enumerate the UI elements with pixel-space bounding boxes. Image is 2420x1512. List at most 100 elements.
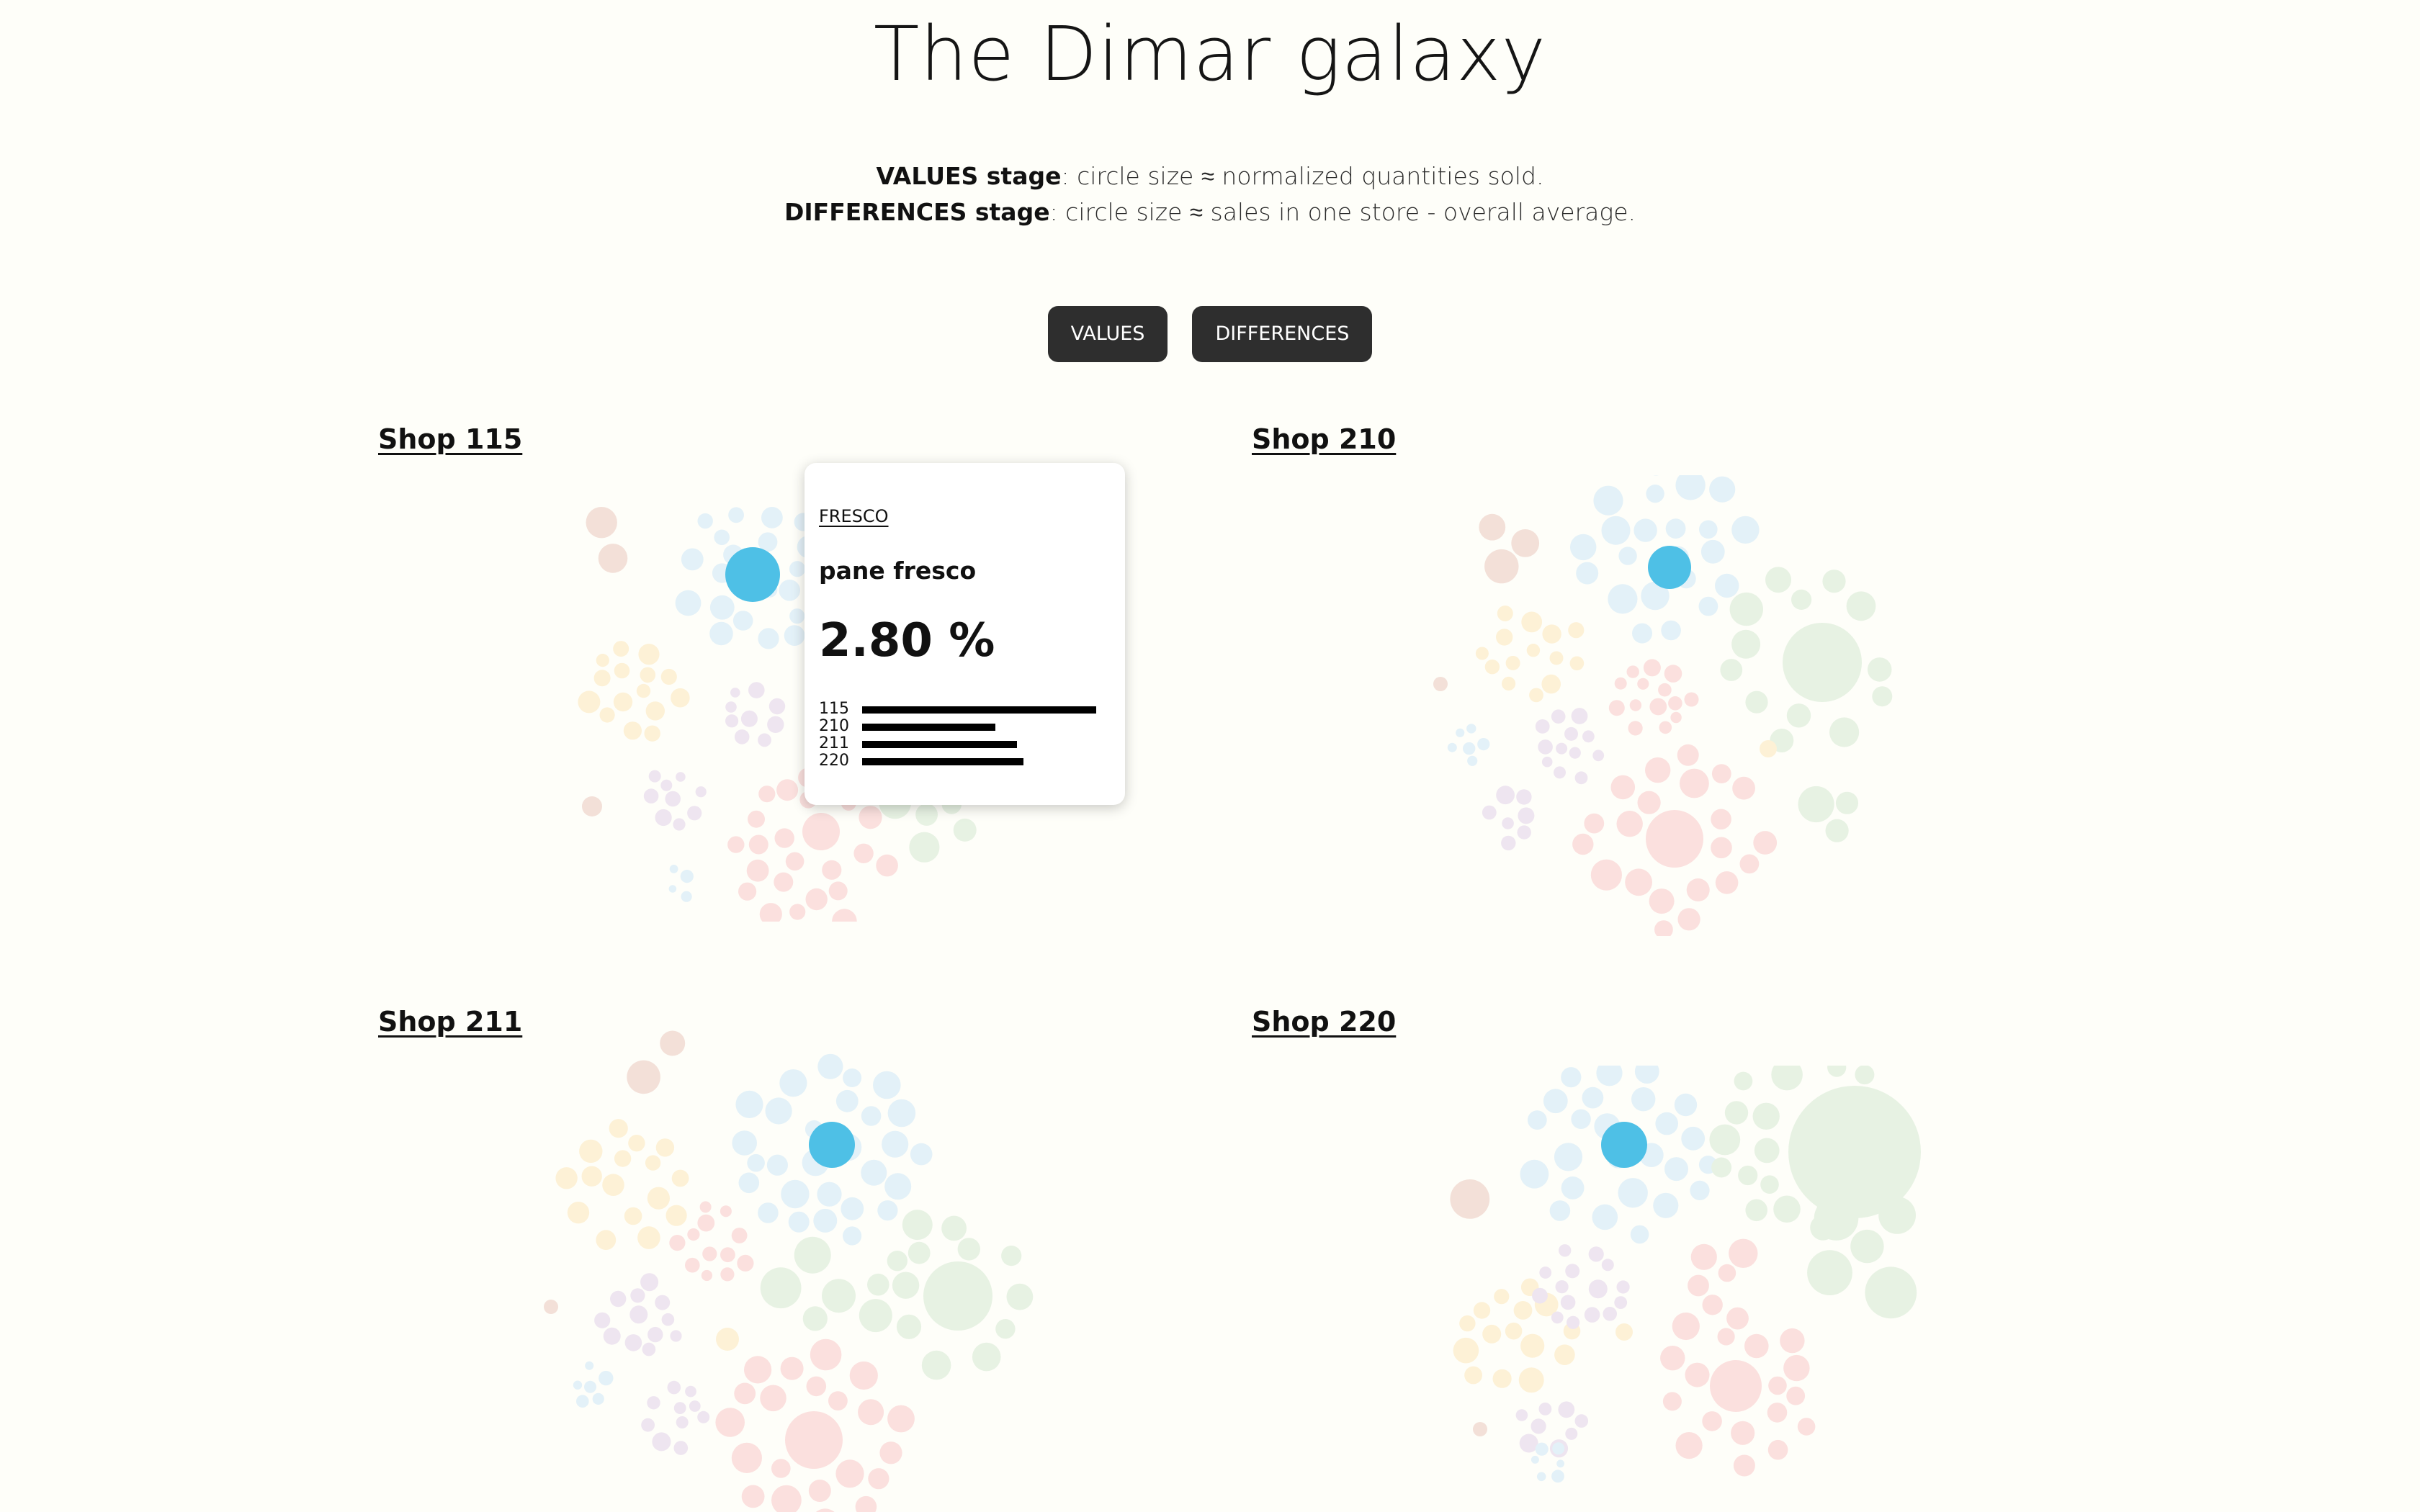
product-bubble[interactable] — [655, 809, 672, 827]
product-bubble[interactable] — [1526, 644, 1541, 657]
product-bubble[interactable] — [1496, 629, 1513, 646]
product-bubble[interactable] — [779, 580, 800, 601]
product-bubble[interactable] — [1484, 549, 1519, 584]
product-bubble[interactable] — [748, 682, 765, 698]
product-bubble[interactable] — [1565, 1264, 1580, 1279]
product-bubble[interactable] — [555, 1167, 578, 1189]
product-bubble[interactable] — [957, 1238, 980, 1261]
product-bubble[interactable] — [1698, 596, 1718, 616]
product-bubble[interactable] — [835, 1089, 859, 1112]
product-bubble[interactable] — [1614, 677, 1627, 690]
product-bubble[interactable] — [613, 692, 633, 712]
product-bubble[interactable] — [699, 1201, 712, 1213]
product-bubble[interactable] — [687, 1228, 700, 1241]
product-bubble[interactable] — [593, 670, 611, 687]
product-bubble[interactable] — [774, 828, 794, 848]
product-bubble[interactable] — [640, 667, 656, 683]
product-bubble[interactable] — [629, 1305, 648, 1324]
product-bubble[interactable] — [766, 1154, 788, 1176]
product-bubble[interactable] — [806, 1376, 827, 1397]
product-bubble[interactable] — [1660, 1346, 1685, 1371]
product-bubble[interactable] — [714, 529, 730, 546]
product-bubble[interactable] — [582, 796, 602, 816]
product-bubble[interactable] — [779, 1069, 807, 1097]
product-bubble[interactable] — [701, 1269, 712, 1282]
product-bubble[interactable] — [1731, 1421, 1755, 1445]
product-bubble[interactable] — [660, 668, 677, 685]
product-bubble[interactable] — [841, 1197, 864, 1220]
product-bubble[interactable] — [728, 507, 744, 523]
product-bubble[interactable] — [902, 1210, 933, 1241]
product-bubble[interactable] — [817, 1182, 842, 1207]
product-bubble[interactable] — [594, 1312, 611, 1328]
product-bubble[interactable] — [1497, 606, 1513, 621]
product-bubble[interactable] — [1467, 755, 1478, 766]
product-bubble[interactable] — [685, 1385, 696, 1398]
product-bubble[interactable] — [1765, 567, 1791, 593]
product-bubble[interactable] — [1584, 1307, 1600, 1323]
product-bubble[interactable] — [1686, 878, 1710, 901]
product-bubble[interactable] — [941, 1215, 967, 1241]
product-bubble[interactable] — [680, 870, 694, 883]
product-bubble[interactable] — [1616, 1280, 1630, 1294]
product-bubble[interactable] — [1531, 1455, 1539, 1464]
product-bubble[interactable] — [1659, 721, 1672, 734]
product-bubble[interactable] — [1768, 1376, 1787, 1395]
product-bubble[interactable] — [748, 834, 768, 855]
product-bubble[interactable] — [1734, 1071, 1753, 1091]
product-bubble[interactable] — [1529, 688, 1543, 703]
product-bubble[interactable] — [1556, 742, 1568, 755]
product-bubble[interactable] — [794, 1236, 831, 1274]
product-bubble[interactable] — [1505, 1322, 1523, 1340]
product-bubble[interactable] — [1661, 620, 1681, 641]
product-bubble[interactable] — [709, 621, 733, 646]
product-bubble[interactable] — [1718, 1264, 1736, 1282]
product-bubble[interactable] — [849, 1361, 878, 1390]
product-bubble[interactable] — [1632, 623, 1652, 644]
product-bubble[interactable] — [1555, 1280, 1569, 1294]
product-bubble[interactable] — [1700, 539, 1725, 564]
product-bubble[interactable] — [1501, 835, 1516, 851]
product-bubble[interactable] — [1576, 562, 1599, 585]
product-bubble[interactable] — [1477, 738, 1490, 751]
product-bubble[interactable] — [909, 832, 940, 863]
product-bubble[interactable] — [1744, 1333, 1769, 1359]
product-bubble[interactable] — [858, 1399, 884, 1426]
product-bubble[interactable] — [1681, 1126, 1706, 1151]
product-bubble[interactable] — [1825, 819, 1849, 842]
product-bubble[interactable] — [681, 548, 704, 571]
product-bubble[interactable] — [676, 772, 686, 782]
product-bubble[interactable] — [747, 1153, 765, 1172]
product-bubble[interactable] — [671, 688, 690, 708]
product-bubble[interactable] — [1791, 589, 1812, 610]
product-bubble[interactable] — [1568, 622, 1585, 639]
product-bubble[interactable] — [1593, 485, 1623, 516]
product-bubble[interactable] — [667, 1380, 681, 1395]
product-bubble[interactable] — [1729, 592, 1763, 626]
product-bubble[interactable] — [715, 1408, 745, 1437]
product-bubble[interactable] — [1532, 1287, 1548, 1304]
product-bubble[interactable] — [609, 1119, 628, 1138]
product-bubble[interactable] — [1610, 775, 1636, 800]
product-bubble[interactable] — [585, 1361, 594, 1370]
product-bubble[interactable] — [1541, 756, 1553, 768]
product-bubble[interactable] — [592, 1392, 604, 1405]
product-bubble[interactable] — [734, 729, 750, 744]
product-bubble[interactable] — [1502, 676, 1516, 691]
product-bubble[interactable] — [805, 888, 828, 911]
product-bubble[interactable] — [613, 641, 629, 657]
product-bubble[interactable] — [1515, 1409, 1528, 1421]
product-bubble[interactable] — [761, 507, 783, 528]
product-bubble[interactable] — [1570, 534, 1597, 561]
product-bubble[interactable] — [725, 714, 739, 728]
product-bubble[interactable] — [1814, 1196, 1859, 1241]
product-bubble[interactable] — [1614, 1296, 1628, 1309]
product-bubble[interactable] — [776, 779, 799, 801]
product-bubble[interactable] — [1872, 686, 1893, 707]
product-bubble[interactable] — [573, 1380, 583, 1390]
product-bubble[interactable] — [1655, 1112, 1678, 1135]
product-bubble[interactable] — [828, 1391, 848, 1410]
product-bubble[interactable] — [544, 1300, 558, 1314]
product-bubble[interactable] — [910, 1143, 933, 1166]
product-bubble[interactable] — [1753, 831, 1778, 855]
